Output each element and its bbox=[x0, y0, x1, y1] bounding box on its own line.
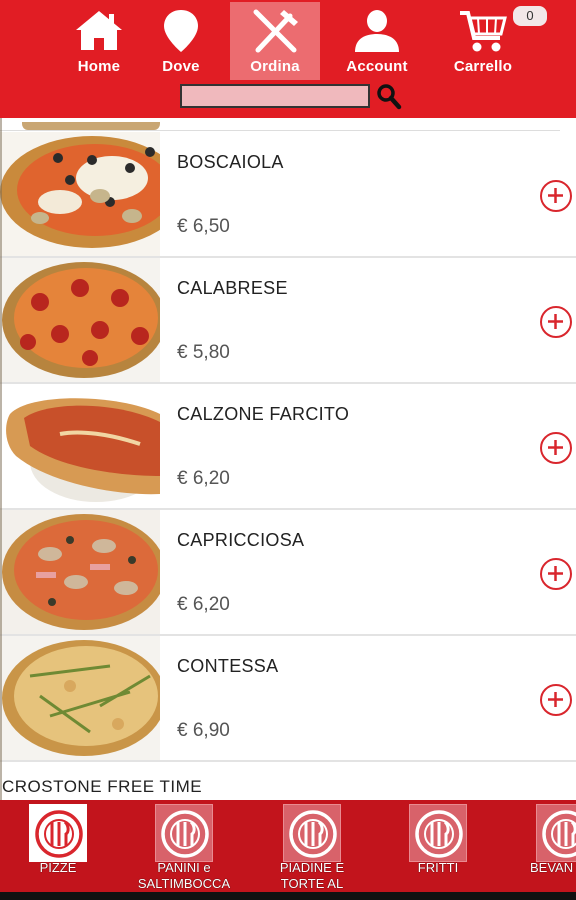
category-label: PIADINE E TORTE AL bbox=[279, 860, 345, 891]
category-bar[interactable]: PIZZE PANINI e SALTIMBOCCA PIADINE E TOR bbox=[0, 800, 576, 892]
add-to-cart-button[interactable] bbox=[540, 432, 572, 464]
left-edge-shadow bbox=[0, 118, 2, 800]
pizza-image bbox=[0, 510, 160, 634]
category-label: FRITTI bbox=[417, 860, 459, 875]
search-input[interactable] bbox=[180, 84, 370, 108]
add-to-cart-button[interactable] bbox=[540, 684, 572, 716]
plus-icon bbox=[548, 566, 563, 581]
category-tile bbox=[29, 804, 87, 862]
category-tile bbox=[155, 804, 213, 862]
category-fritti[interactable]: FRITTI bbox=[378, 804, 498, 892]
product-price: € 6,20 bbox=[177, 594, 230, 615]
product-name: CONTESSA bbox=[177, 656, 279, 676]
nav-ordina-label: Ordina bbox=[250, 58, 300, 75]
product-price: € 5,80 bbox=[177, 342, 230, 363]
fork-knife-icon bbox=[253, 9, 298, 53]
product-name: CAPRICCIOSA bbox=[177, 530, 305, 550]
category-pizze[interactable]: PIZZE bbox=[0, 804, 118, 892]
bottom-edge bbox=[0, 892, 576, 900]
plate-cutlery-icon bbox=[35, 810, 83, 858]
add-to-cart-button[interactable] bbox=[540, 558, 572, 590]
nav-account-label: Account bbox=[346, 58, 408, 75]
pizza-image bbox=[0, 636, 160, 760]
previous-item-image-edge bbox=[22, 122, 160, 130]
product-name: CALABRESE bbox=[177, 278, 288, 298]
add-to-cart-button[interactable] bbox=[540, 306, 572, 338]
nav-home-label: Home bbox=[77, 58, 121, 75]
cart-count-badge: 0 bbox=[513, 6, 547, 26]
category-label: PIZZE bbox=[39, 860, 77, 875]
category-label: BEVAN bbox=[530, 860, 574, 875]
product-list[interactable]: BOSCAIOLA € 6,50 CALABRESE € 5,80 CALZON… bbox=[0, 118, 576, 800]
category-label: PANINI e SALTIMBOCCA bbox=[137, 860, 231, 891]
category-piadine-torte[interactable]: PIADINE E TORTE AL bbox=[252, 804, 372, 892]
plus-icon bbox=[548, 692, 563, 707]
category-panini-saltimbocca[interactable]: PANINI e SALTIMBOCCA bbox=[124, 804, 244, 892]
cart-icon bbox=[460, 11, 507, 52]
plus-icon bbox=[548, 440, 563, 455]
search-icon[interactable] bbox=[376, 82, 402, 110]
product-row-boscaiola[interactable]: BOSCAIOLA € 6,50 bbox=[0, 132, 576, 258]
product-price: € 6,50 bbox=[177, 216, 230, 237]
pizza-image bbox=[0, 132, 160, 256]
nav-account[interactable]: Account bbox=[332, 2, 422, 80]
category-tile bbox=[409, 804, 467, 862]
product-row-calabrese[interactable]: CALABRESE € 5,80 bbox=[0, 258, 576, 384]
category-tile bbox=[536, 804, 576, 862]
product-row-calzone-farcito[interactable]: CALZONE FARCITO € 6,20 bbox=[0, 384, 576, 510]
pizza-image bbox=[0, 258, 160, 382]
nav-carrello-label: Carrello bbox=[453, 58, 513, 75]
user-icon bbox=[355, 10, 399, 52]
product-price: € 6,20 bbox=[177, 468, 230, 489]
plus-icon bbox=[548, 314, 563, 329]
divider bbox=[0, 130, 560, 131]
nav-dove-label: Dove bbox=[162, 58, 200, 75]
app-header: Home Dove Ordina Account Carrello 0 bbox=[0, 0, 576, 118]
partial-product-name: CROSTONE FREE TIME bbox=[2, 777, 203, 796]
plate-cutlery-icon bbox=[161, 810, 209, 858]
product-name: CALZONE FARCITO bbox=[177, 404, 350, 424]
map-pin-icon bbox=[164, 10, 198, 52]
home-icon bbox=[76, 11, 122, 50]
product-name: BOSCAIOLA bbox=[177, 152, 284, 172]
nav-ordina[interactable]: Ordina bbox=[230, 2, 320, 80]
product-row-capricciosa[interactable]: CAPRICCIOSA € 6,20 bbox=[0, 510, 576, 636]
category-tile bbox=[283, 804, 341, 862]
product-price: € 6,90 bbox=[177, 720, 230, 741]
nav-dove[interactable]: Dove bbox=[136, 2, 226, 80]
category-bevande[interactable]: BEVAN bbox=[504, 804, 576, 892]
plate-cutlery-icon bbox=[542, 810, 576, 858]
add-to-cart-button[interactable] bbox=[540, 180, 572, 212]
plate-cutlery-icon bbox=[415, 810, 463, 858]
plus-icon bbox=[548, 188, 563, 203]
calzone-image bbox=[0, 384, 160, 508]
plate-cutlery-icon bbox=[289, 810, 337, 858]
main-nav: Home Dove Ordina Account Carrello bbox=[54, 2, 576, 80]
product-row-contessa[interactable]: CONTESSA € 6,90 bbox=[0, 636, 576, 762]
nav-home[interactable]: Home bbox=[54, 2, 144, 80]
